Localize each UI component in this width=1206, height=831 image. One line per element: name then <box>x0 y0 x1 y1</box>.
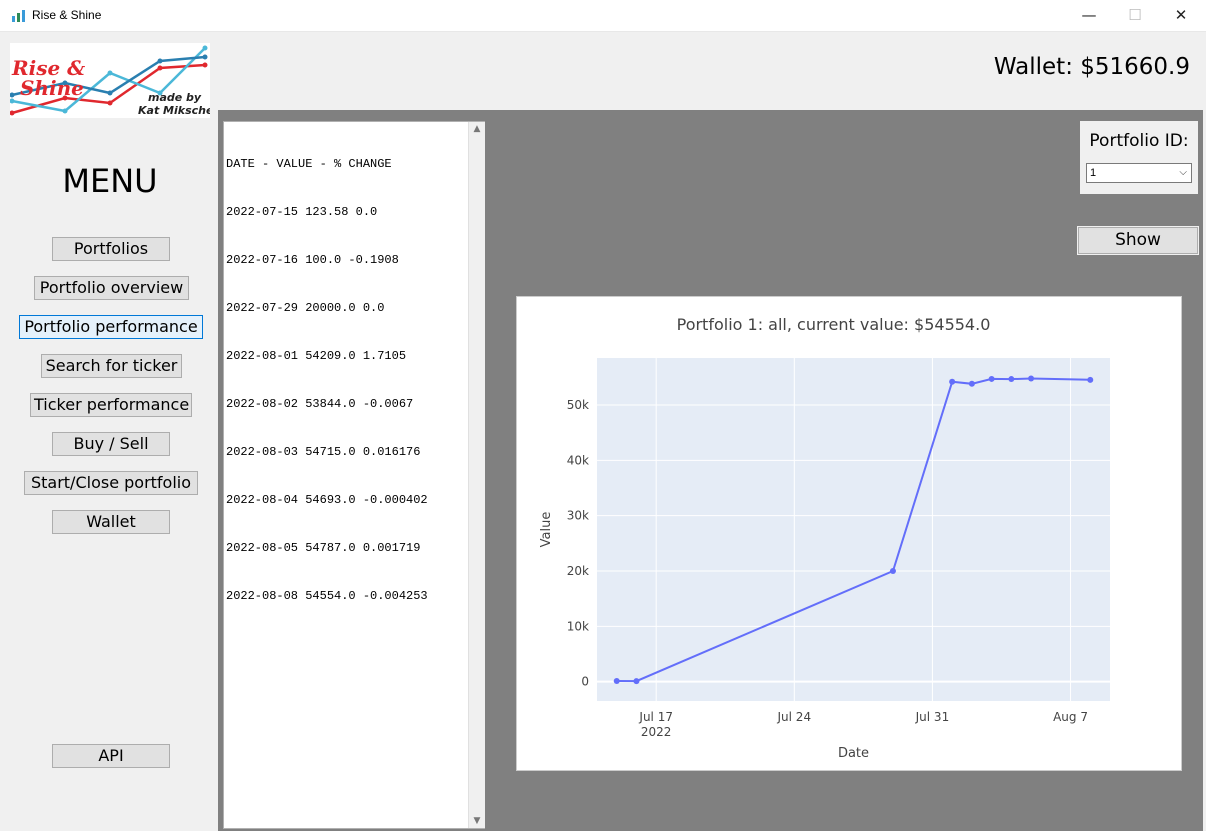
app-icon <box>12 10 25 22</box>
ticker-performance-button[interactable]: Ticker performance <box>30 393 192 417</box>
chevron-down-icon: ⌵ <box>1179 167 1187 178</box>
search-ticker-button[interactable]: Search for ticker <box>41 354 182 378</box>
scroll-down-icon[interactable]: ▼ <box>469 816 485 826</box>
y-tick-label: 0 <box>581 675 589 689</box>
logo-byline2: Kat Miksche <box>138 104 210 117</box>
portfolio-id-select[interactable]: 1 ⌵ <box>1086 163 1192 183</box>
performance-listbox[interactable]: DATE - VALUE - % CHANGE 2022-07-15 123.5… <box>223 121 485 829</box>
portfolio-id-panel: Portfolio ID: 1 ⌵ <box>1080 121 1198 194</box>
portfolio-performance-button[interactable]: Portfolio performance <box>19 315 203 339</box>
logo-graphic: Rise & Shine made by Kat Miksche <box>9 45 214 117</box>
plot-background <box>597 358 1110 701</box>
logo-line2: Shine <box>20 76 84 100</box>
performance-chart: 0 10k 20k 30k 40k 50k Jul 17 2022 Jul 24 Jul 31 Au… <box>516 296 1182 771</box>
portfolio-overview-button[interactable]: Portfolio overview <box>34 276 189 300</box>
api-button[interactable]: API <box>52 744 170 768</box>
y-tick-label: 40k <box>567 453 589 467</box>
data-point <box>968 380 975 387</box>
y-tick-label: 20k <box>567 564 589 578</box>
data-point <box>1087 376 1094 383</box>
list-item[interactable]: 2022-08-04 54693.0 -0.000402 <box>226 492 428 508</box>
listbox-lines: DATE - VALUE - % CHANGE 2022-07-15 123.5… <box>226 124 428 636</box>
list-item[interactable]: 2022-07-15 123.58 0.0 <box>226 204 428 220</box>
data-point <box>889 567 896 574</box>
portfolio-id-label: Portfolio ID: <box>1089 131 1189 151</box>
x-tick-label: Jul 17 <box>638 710 673 724</box>
show-button[interactable]: Show <box>1077 226 1199 255</box>
chart-svg: 0 10k 20k 30k 40k 50k Jul 172022 Jul 24 Jul 31 Au… <box>539 315 1110 761</box>
x-tick-label: Jul 31 <box>915 710 950 724</box>
data-point <box>988 375 995 382</box>
data-point <box>949 378 956 385</box>
x-tick-label: Aug 7 <box>1053 710 1088 724</box>
list-item[interactable]: 2022-08-08 54554.0 -0.004253 <box>226 588 428 604</box>
list-item[interactable]: 2022-08-01 54209.0 1.7105 <box>226 348 428 364</box>
data-point <box>1008 376 1015 383</box>
y-axis-title: Value <box>539 512 554 548</box>
x-axis-title: Date <box>838 746 869 761</box>
start-close-portfolio-button[interactable]: Start/Close portfolio <box>24 471 198 495</box>
x-tick-sublabel: 2022 <box>641 725 672 739</box>
list-item[interactable]: 2022-07-29 20000.0 0.0 <box>226 300 428 316</box>
chart-title: Portfolio 1: all, current value: $54554.… <box>677 315 991 334</box>
portfolios-button[interactable]: Portfolios <box>52 237 170 261</box>
x-tick-label: Jul 24 <box>777 710 812 724</box>
wallet-balance: Wallet: $51660.9 <box>993 54 1190 80</box>
scroll-up-icon[interactable]: ▲ <box>469 124 485 134</box>
list-item[interactable]: 2022-08-02 53844.0 -0.0067 <box>226 396 428 412</box>
y-tick-label: 30k <box>567 509 589 523</box>
data-point <box>633 678 640 685</box>
window-title: Rise & Shine <box>32 8 102 22</box>
menu-title: MENU <box>62 162 158 200</box>
portfolio-id-value: 1 <box>1090 167 1097 179</box>
window-titlebar: Rise & Shine — ☐ ✕ <box>0 0 1206 32</box>
list-item[interactable]: 2022-07-16 100.0 -0.1908 <box>226 252 428 268</box>
logo-byline1: made by <box>148 91 202 104</box>
listbox-scrollbar[interactable]: ▲ ▼ <box>468 122 485 828</box>
maximize-button[interactable]: ☐ <box>1112 0 1158 31</box>
app-logo: Rise & Shine made by Kat Miksche <box>9 43 214 118</box>
list-header: DATE - VALUE - % CHANGE <box>226 157 392 171</box>
data-point <box>1028 375 1035 382</box>
list-item[interactable]: 2022-08-03 54715.0 0.016176 <box>226 444 428 460</box>
y-tick-label: 50k <box>567 398 589 412</box>
buy-sell-button[interactable]: Buy / Sell <box>52 432 170 456</box>
y-tick-label: 10k <box>567 619 589 633</box>
list-item[interactable]: 2022-08-05 54787.0 0.001719 <box>226 540 428 556</box>
wallet-button[interactable]: Wallet <box>52 510 170 534</box>
close-button[interactable]: ✕ <box>1158 0 1204 31</box>
minimize-button[interactable]: — <box>1066 0 1112 31</box>
data-point <box>613 677 620 684</box>
